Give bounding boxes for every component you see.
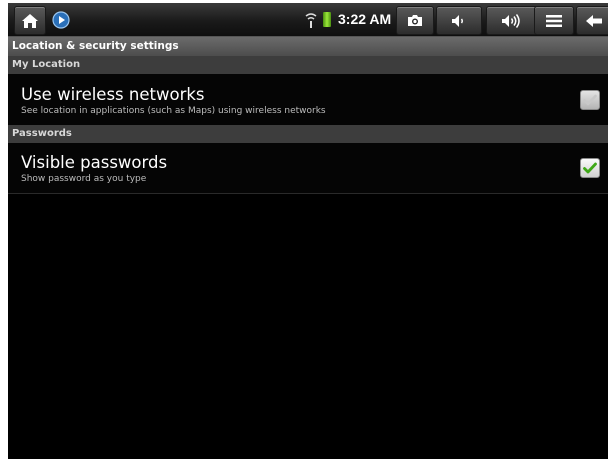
pref-title: Visible passwords bbox=[21, 153, 168, 172]
wireless-networks-checkbox[interactable] bbox=[580, 90, 600, 110]
screenshot-button[interactable] bbox=[396, 6, 434, 35]
wifi-icon bbox=[305, 13, 317, 28]
back-button[interactable] bbox=[576, 6, 608, 35]
settings-screen: 3:22 AM Location & security settings My … bbox=[8, 3, 608, 459]
pref-summary: Show password as you type bbox=[21, 174, 147, 184]
battery-icon bbox=[323, 12, 331, 27]
volume-up-button[interactable] bbox=[486, 6, 538, 35]
status-bar: 3:22 AM bbox=[8, 3, 608, 37]
volume-down-button[interactable] bbox=[436, 6, 482, 35]
page-title: Location & security settings bbox=[8, 37, 608, 56]
checkmark-icon bbox=[583, 162, 597, 174]
volume-down-icon bbox=[452, 14, 463, 27]
section-header-passwords: Passwords bbox=[8, 125, 608, 143]
home-icon bbox=[22, 13, 38, 28]
pref-summary: See location in applications (such as Ma… bbox=[21, 106, 326, 116]
section-header-my-location: My Location bbox=[8, 56, 608, 74]
visible-passwords-checkbox[interactable] bbox=[580, 158, 600, 178]
pref-visible-passwords[interactable]: Visible passwords Show password as you t… bbox=[8, 143, 608, 194]
checkmark-icon bbox=[583, 94, 597, 106]
play-icon[interactable] bbox=[52, 11, 70, 29]
status-clock: 3:22 AM bbox=[338, 11, 392, 27]
camera-icon bbox=[408, 15, 422, 26]
menu-icon bbox=[546, 14, 562, 27]
menu-button[interactable] bbox=[534, 6, 574, 35]
home-button[interactable] bbox=[14, 6, 46, 35]
pref-title: Use wireless networks bbox=[21, 85, 205, 104]
volume-up-icon bbox=[502, 13, 520, 28]
back-icon bbox=[586, 14, 602, 27]
pref-use-wireless-networks[interactable]: Use wireless networks See location in ap… bbox=[8, 74, 608, 126]
